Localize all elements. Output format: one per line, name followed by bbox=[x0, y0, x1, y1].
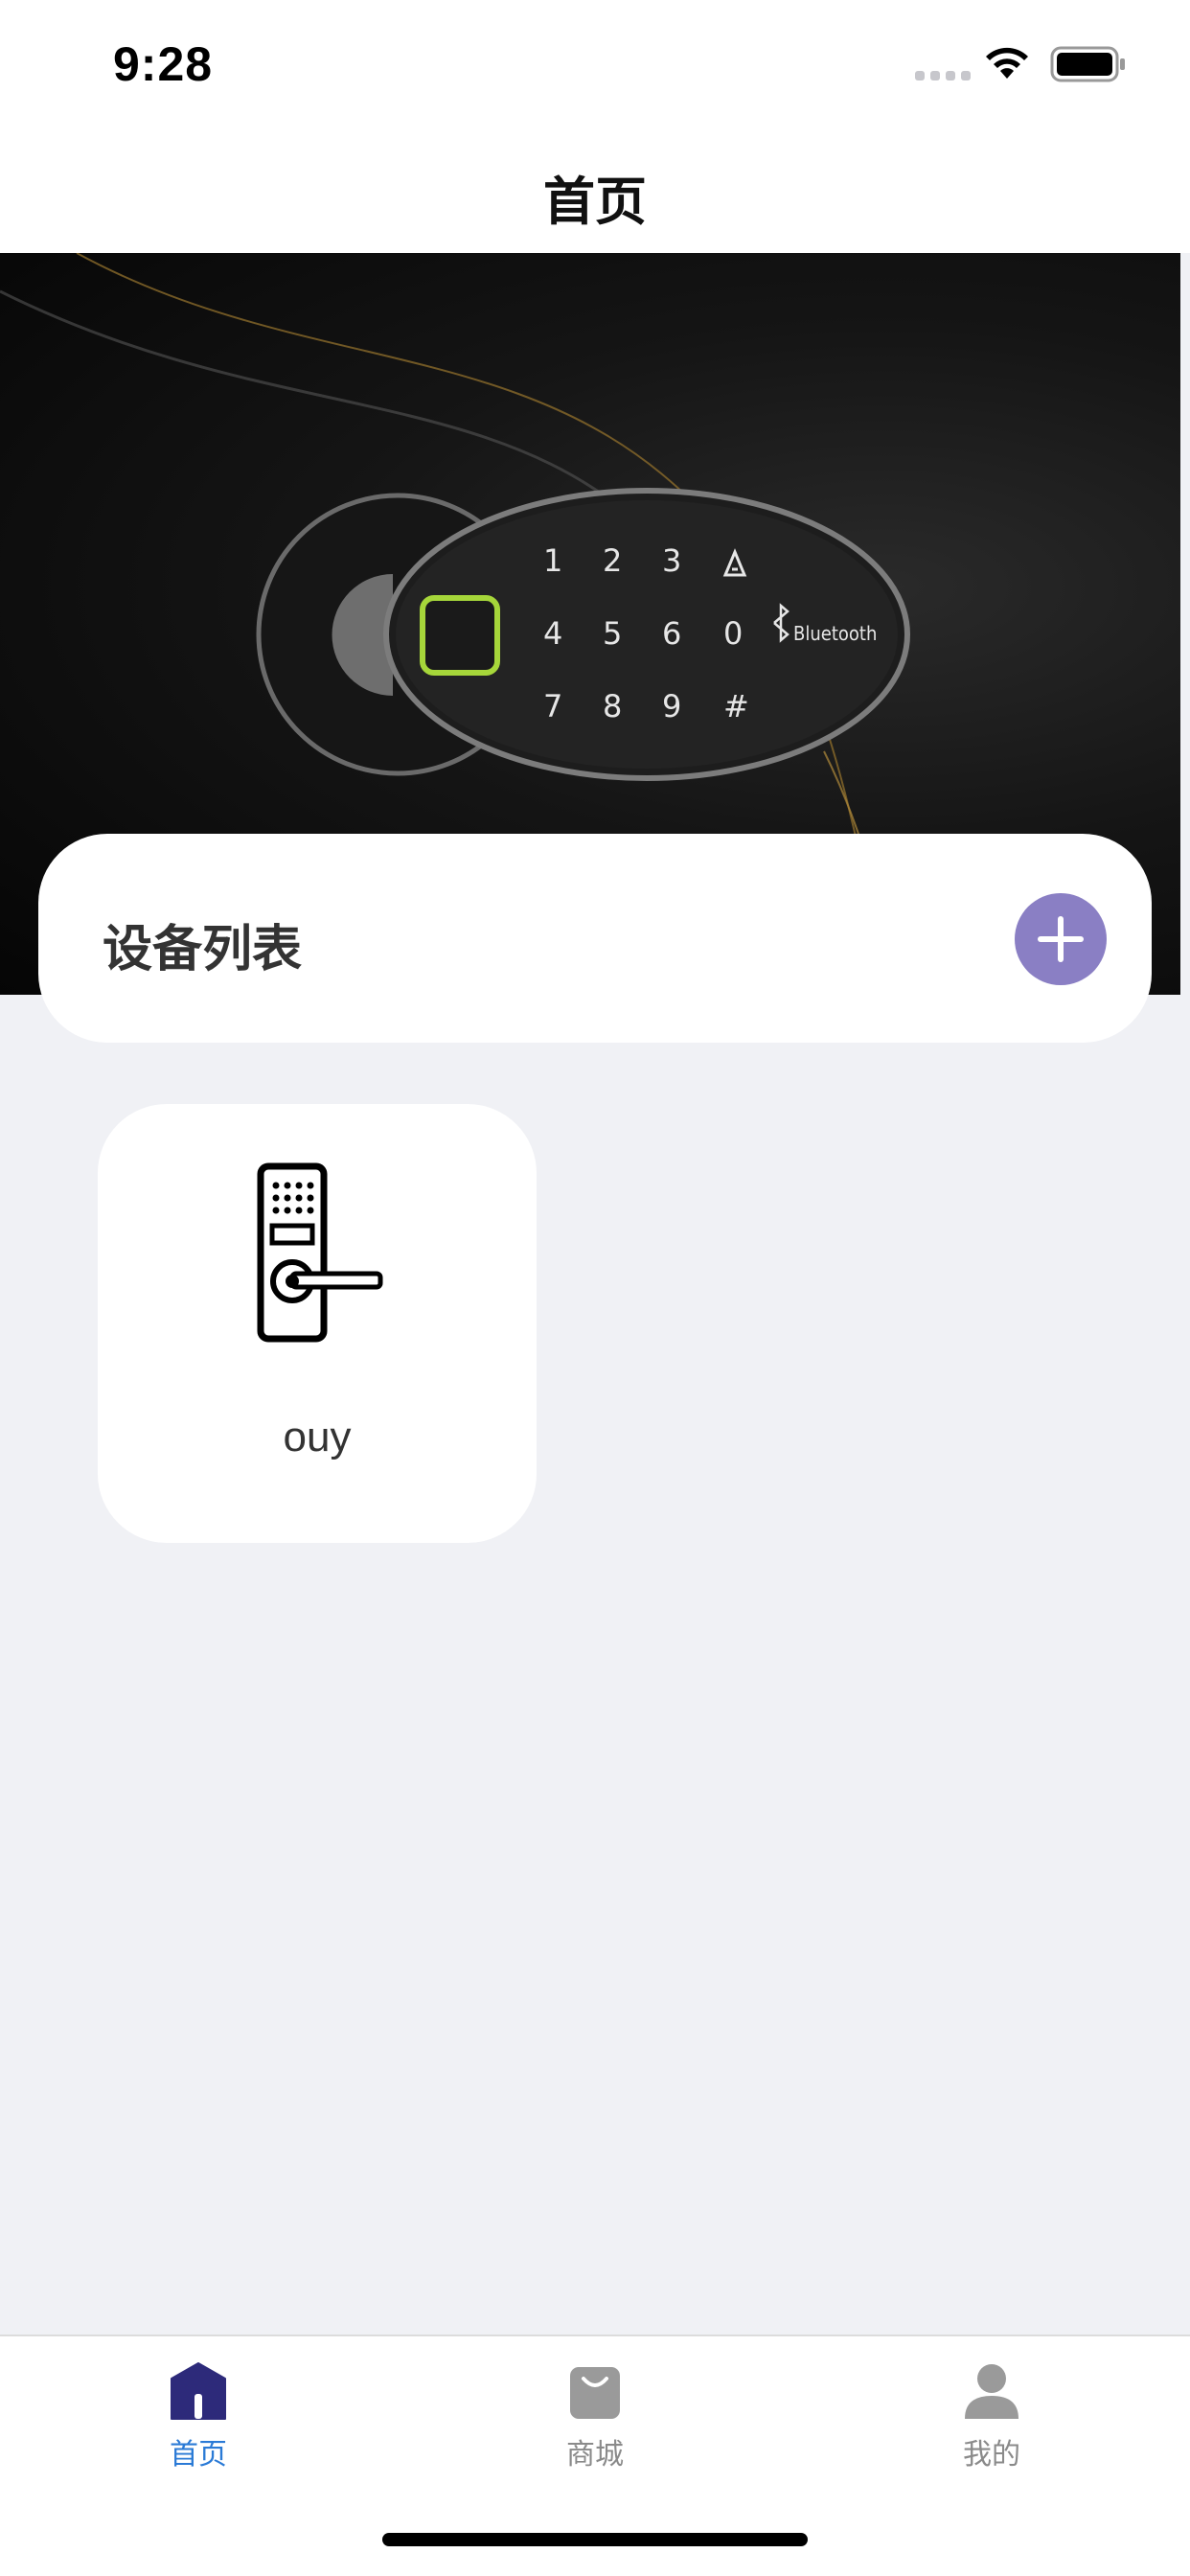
tab-mine[interactable]: 我的 bbox=[793, 2361, 1190, 2496]
tab-mine-label: 我的 bbox=[963, 2439, 1020, 2471]
tab-home[interactable]: 首页 bbox=[0, 2361, 397, 2496]
tab-home-label: 首页 bbox=[170, 2439, 227, 2471]
device-list-title: 设备列表 bbox=[103, 922, 303, 978]
status-time: 9:28 bbox=[113, 37, 214, 91]
home-icon bbox=[171, 2362, 226, 2420]
wifi-icon bbox=[986, 47, 1028, 79]
keypad-key: 5 bbox=[603, 615, 622, 652]
home-indicator[interactable] bbox=[382, 2533, 808, 2546]
keypad-key: 3 bbox=[662, 542, 681, 579]
tab-shop[interactable]: 商城 bbox=[397, 2361, 793, 2496]
device-name: ouy bbox=[283, 1414, 352, 1460]
page-title: 首页 bbox=[543, 173, 647, 231]
device-list-header: 设备列表 bbox=[38, 834, 1152, 1043]
keypad-key: 7 bbox=[543, 688, 562, 724]
bluetooth-label: Bluetooth bbox=[793, 622, 877, 645]
door-lock-icon bbox=[257, 1162, 383, 1343]
shopping-bag-icon bbox=[570, 2367, 620, 2419]
keypad-key: 4 bbox=[543, 615, 562, 652]
tab-shop-label: 商城 bbox=[566, 2439, 624, 2471]
keypad-key: # bbox=[723, 688, 749, 724]
keypad-key: 0 bbox=[723, 615, 743, 652]
keypad-key: 6 bbox=[662, 615, 681, 652]
status-bar: 9:28 bbox=[0, 0, 1190, 126]
keypad-key: 2 bbox=[603, 542, 622, 579]
keypad-key: 8 bbox=[603, 688, 622, 724]
device-card[interactable]: ouy bbox=[98, 1104, 537, 1543]
battery-icon bbox=[1050, 46, 1125, 82]
keypad-key: 9 bbox=[662, 688, 681, 724]
keypad-key: 1 bbox=[543, 542, 562, 579]
navigation-bar: 首页 bbox=[0, 126, 1190, 253]
add-device-button[interactable] bbox=[1015, 893, 1107, 985]
cellular-signal-icon bbox=[915, 71, 971, 80]
user-icon bbox=[965, 2364, 1018, 2419]
